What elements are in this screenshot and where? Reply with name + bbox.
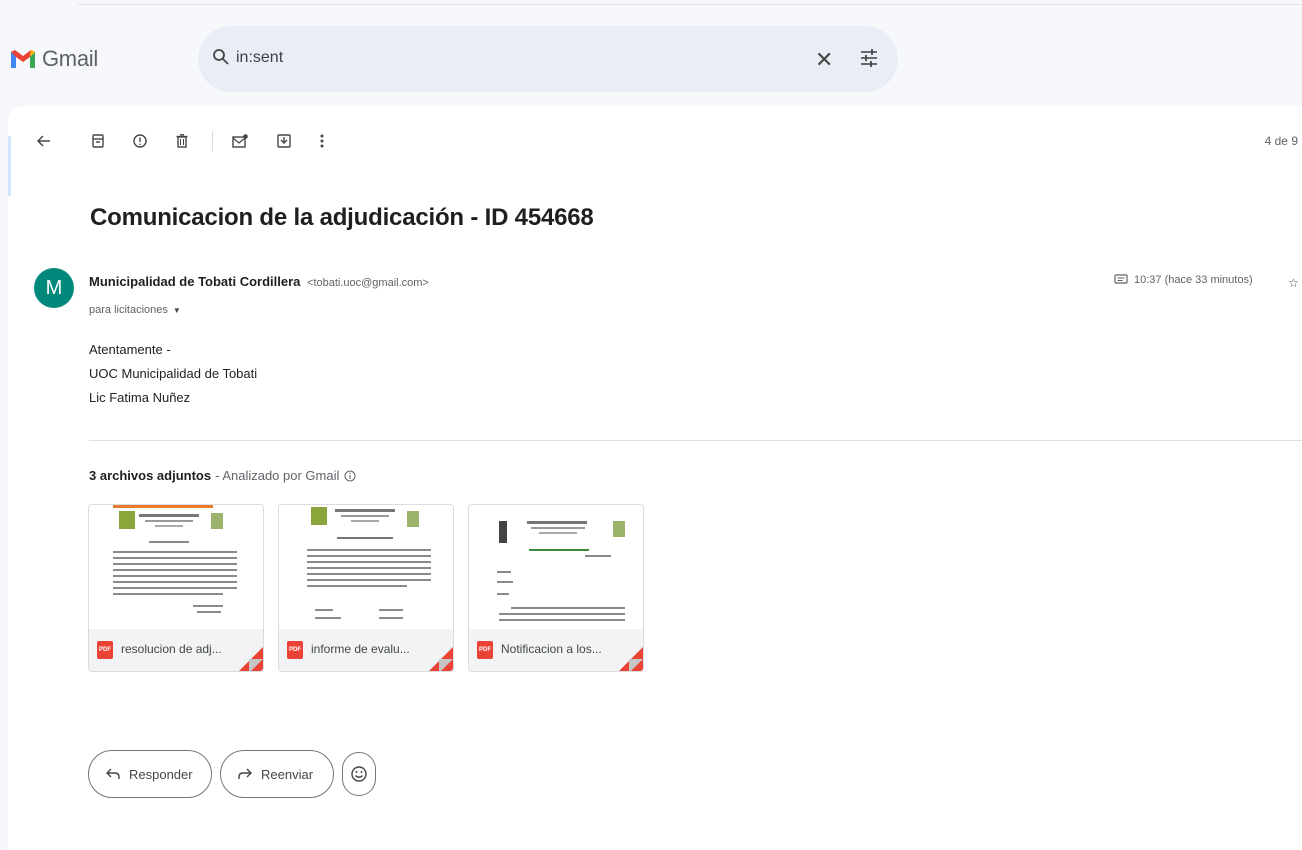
message-time: 10:37 (hace 33 minutos): [1114, 274, 1253, 286]
attachment-footer: PDF informe de evalu...: [279, 629, 453, 671]
attachment-footer: PDF resolucion de adj...: [89, 629, 263, 671]
attachment-card[interactable]: PDF Notificacion a los...: [468, 504, 644, 672]
header: Gmail ✕: [0, 18, 1302, 106]
gmail-logo[interactable]: Gmail: [10, 46, 98, 72]
recipient-line[interactable]: para licitaciones ▼: [89, 304, 181, 316]
archive-icon[interactable]: [86, 129, 110, 153]
attachment-name: resolucion de adj...: [121, 642, 222, 656]
attachments-count: 3 archivos adjuntos: [89, 468, 212, 483]
email-body: Atentamente - UOC Municipalidad de Tobat…: [89, 338, 257, 410]
gmail-wordmark: Gmail: [42, 46, 98, 71]
info-icon[interactable]: [344, 470, 356, 482]
attachments-scan-label: - Analizado por Gmail: [215, 468, 340, 483]
emoji-reaction-button[interactable]: [342, 752, 376, 796]
pdf-icon: PDF: [97, 641, 113, 659]
attachment-corner-fold: [629, 659, 643, 671]
top-divider: [78, 4, 1302, 5]
chevron-down-icon[interactable]: ▼: [173, 306, 181, 315]
attachment-card[interactable]: PDF resolucion de adj...: [88, 504, 264, 672]
search-input[interactable]: [236, 45, 776, 71]
pdf-icon: PDF: [477, 641, 493, 659]
body-line: UOC Municipalidad de Tobati: [89, 366, 258, 381]
forward-button[interactable]: Reenviar: [220, 750, 334, 798]
delete-icon[interactable]: [170, 129, 194, 153]
reply-button[interactable]: Responder: [88, 750, 212, 798]
gmail-m-icon: [11, 50, 35, 68]
mark-unread-icon[interactable]: [228, 129, 252, 153]
chat-icon: [1114, 274, 1128, 284]
reply-icon: [106, 768, 120, 779]
attachment-card[interactable]: PDF informe de evalu...: [278, 504, 454, 672]
message-toolbar: 4 de 9: [8, 106, 1302, 176]
body-line: Lic Fatima Nuñez: [89, 390, 191, 405]
email-subject: Comunicacion de la adjudicación - ID 454…: [90, 204, 594, 231]
star-icon[interactable]: ☆: [1288, 276, 1302, 290]
reply-label: Responder: [129, 766, 193, 782]
attachment-preview: [469, 505, 643, 629]
toolbar-separator: [212, 131, 213, 151]
body-line: Atentamente -: [89, 342, 171, 357]
move-to-icon[interactable]: [272, 129, 296, 153]
back-arrow-icon[interactable]: [32, 129, 56, 153]
close-icon[interactable]: ✕: [815, 47, 833, 73]
search-bar[interactable]: ✕: [198, 26, 898, 92]
attachment-name: informe de evalu...: [311, 642, 410, 656]
attachment-corner-fold: [249, 659, 263, 671]
sender-name[interactable]: Municipalidad de Tobati Cordillera: [89, 274, 300, 289]
forward-label: Reenviar: [261, 766, 314, 782]
recipient-text: para licitaciones: [89, 304, 168, 316]
body-divider: [89, 440, 1302, 441]
pdf-icon: PDF: [287, 641, 303, 659]
tune-icon[interactable]: [859, 48, 879, 68]
search-icon[interactable]: [212, 48, 230, 66]
emoji-icon: [351, 766, 367, 782]
attachments-header: 3 archivos adjuntos - Analizado por Gmai…: [89, 468, 356, 483]
message-panel: 4 de 9 Comunicacion de la adjudicación -…: [8, 106, 1302, 850]
message-position: 4 de 9: [1264, 134, 1298, 148]
more-vert-icon[interactable]: [310, 129, 334, 153]
avatar[interactable]: M: [34, 268, 74, 308]
attachment-footer: PDF Notificacion a los...: [469, 629, 643, 671]
attachment-corner-fold: [439, 659, 453, 671]
attachment-name: Notificacion a los...: [501, 642, 602, 656]
report-spam-icon[interactable]: [128, 129, 152, 153]
sender-email: <tobati.uoc@gmail.com>: [307, 277, 429, 289]
forward-icon: [238, 768, 252, 779]
sender-line: Municipalidad de Tobati Cordillera <toba…: [89, 274, 429, 289]
time-text: 10:37 (hace 33 minutos): [1134, 274, 1253, 286]
attachment-preview: [89, 505, 263, 629]
attachment-preview: [279, 505, 453, 629]
